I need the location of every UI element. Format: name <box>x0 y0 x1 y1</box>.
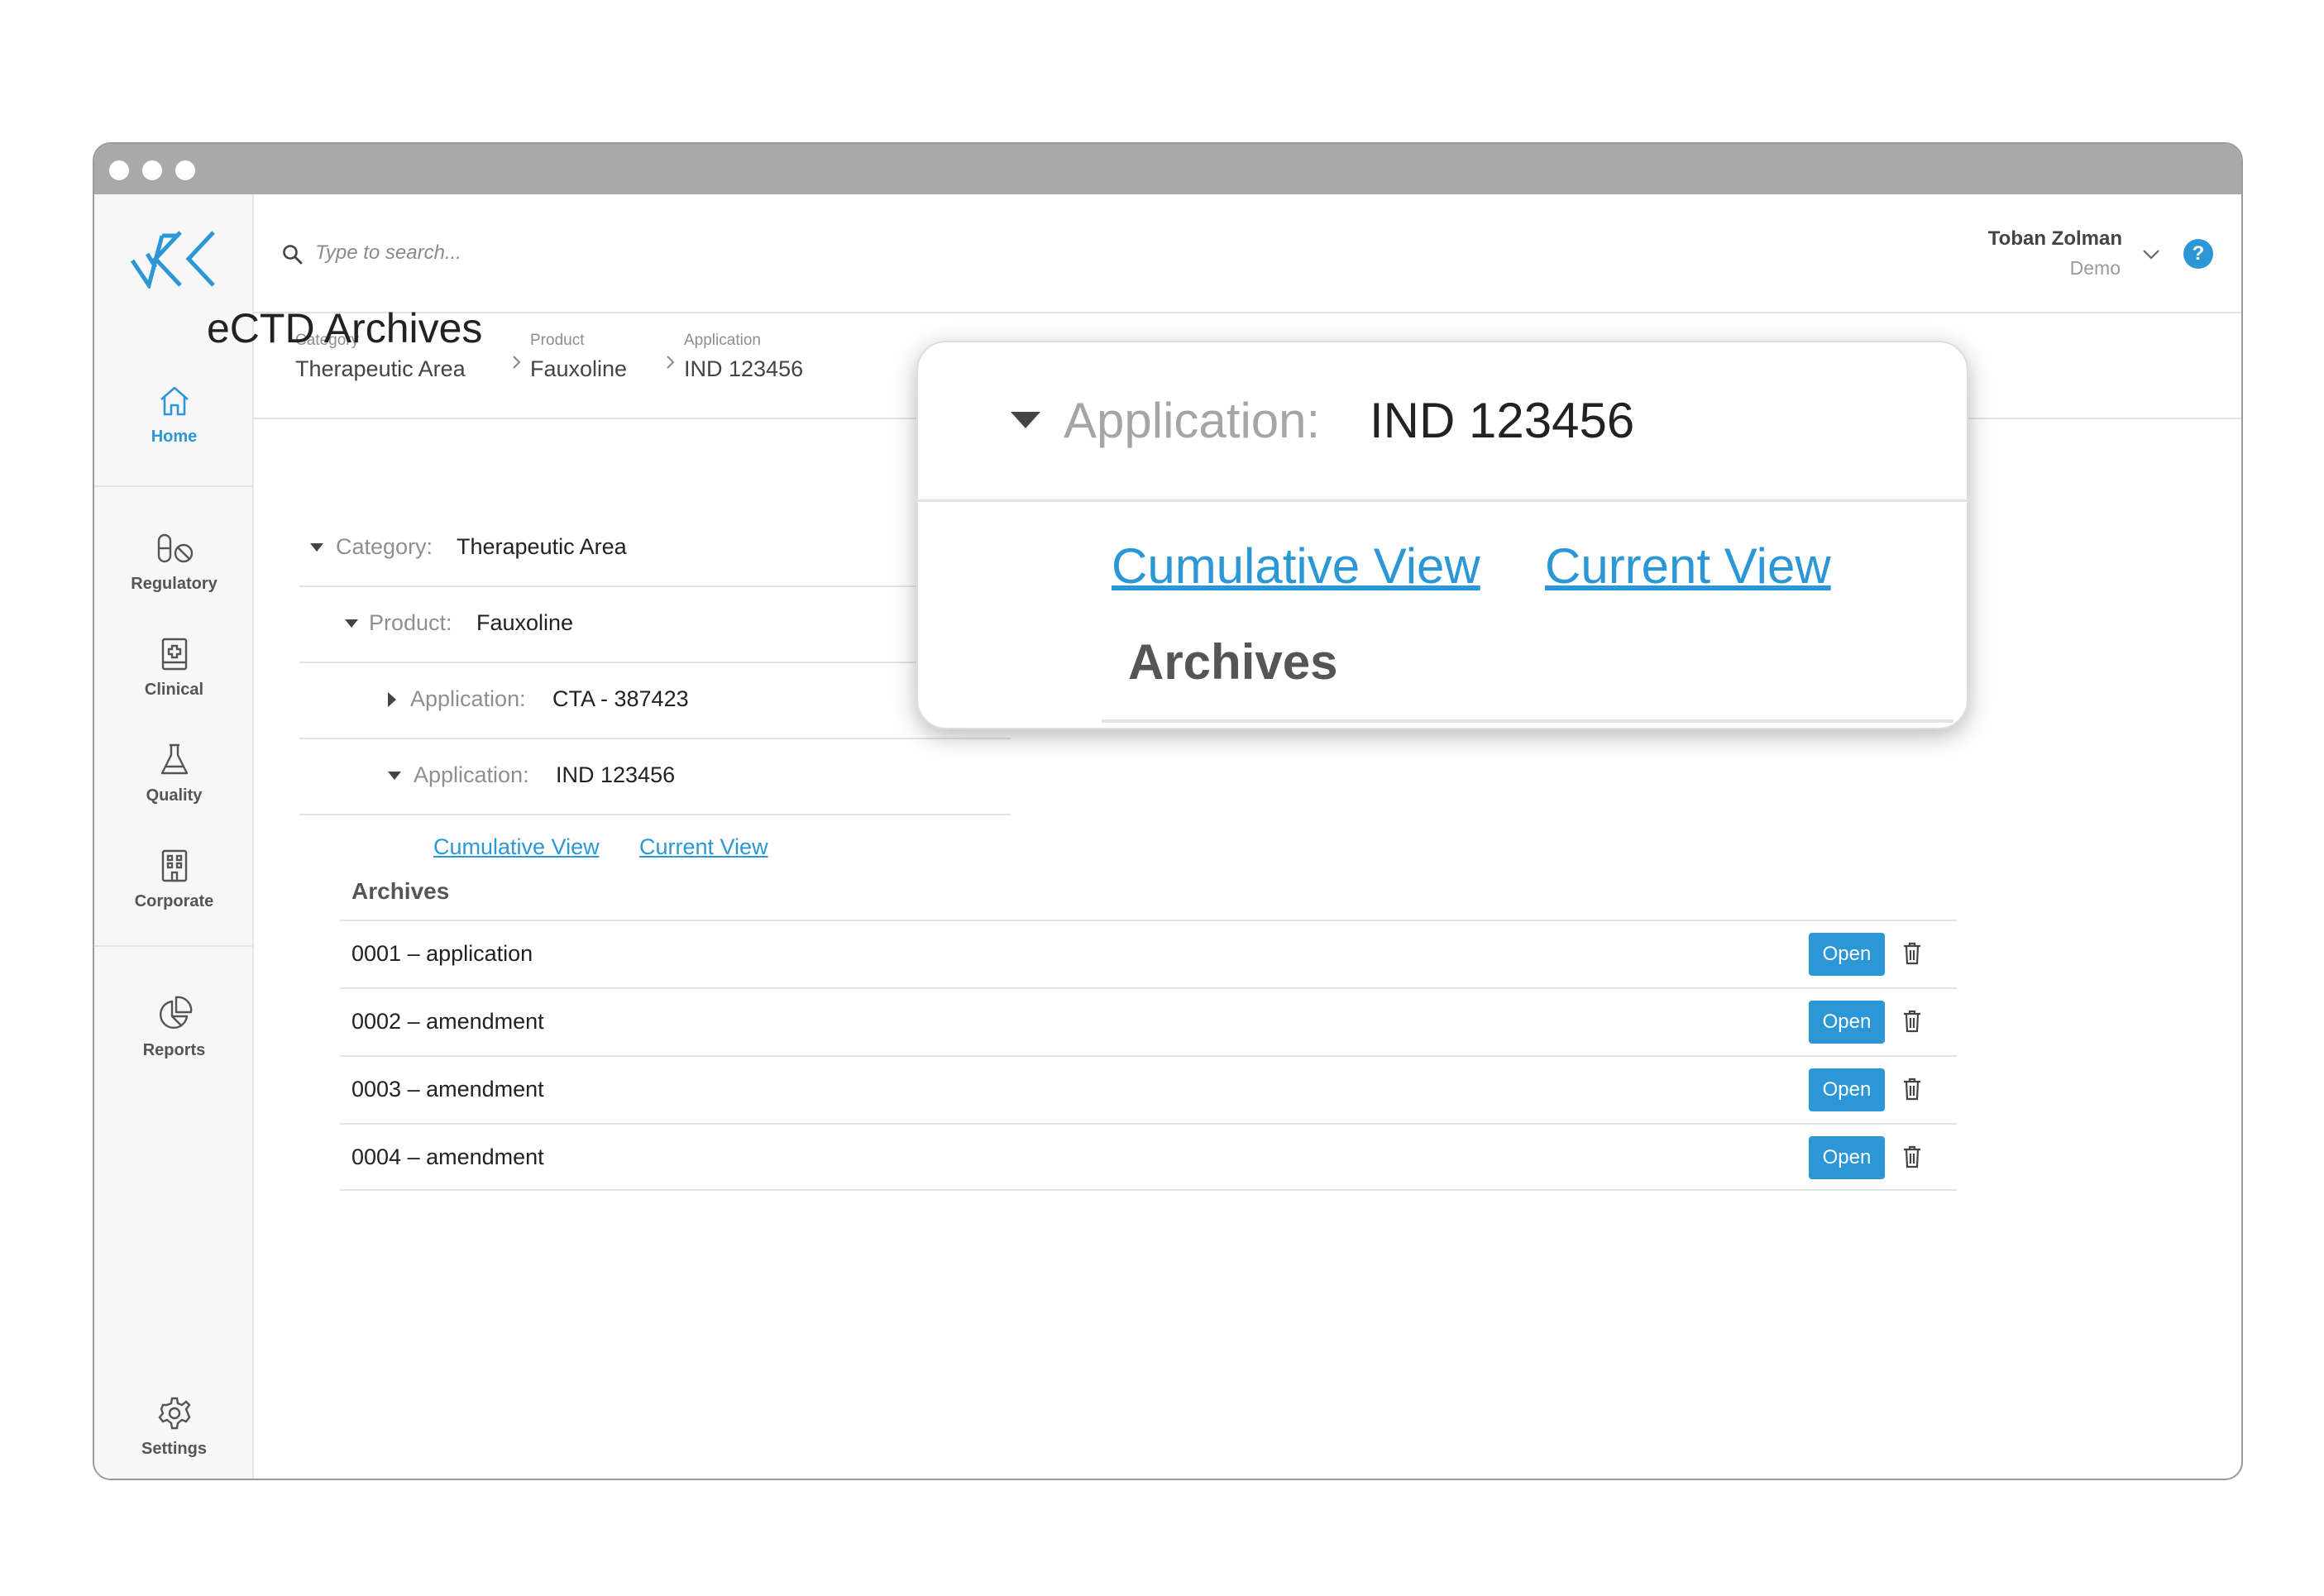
sidebar-item-regulatory[interactable]: Regulatory <box>94 530 254 594</box>
breadcrumb-application[interactable]: Application IND 123456 <box>684 332 803 382</box>
zoom-archives-heading: Archives <box>1128 634 1338 690</box>
caret-right-icon[interactable] <box>387 691 397 708</box>
sidebar-item-corporate[interactable]: Corporate <box>94 848 254 911</box>
gear-icon <box>157 1397 191 1430</box>
tree-row-application[interactable]: Application: IND 123456 <box>299 739 1011 815</box>
caret-down-icon[interactable] <box>387 771 402 781</box>
sidebar-item-reports[interactable]: Reports <box>94 995 254 1060</box>
sidebar-item-label: Regulatory <box>131 575 218 593</box>
archive-name: 0002 – amendment <box>351 1009 544 1034</box>
sidebar-item-label: Corporate <box>134 892 214 910</box>
building-icon <box>161 849 187 882</box>
table-row: 0004 – amendment Open <box>340 1123 1957 1191</box>
pie-chart-icon <box>159 996 192 1030</box>
trash-icon[interactable] <box>1901 1077 1923 1101</box>
current-view-link[interactable]: Current View <box>639 834 768 860</box>
sidebar-item-label: Quality <box>146 786 203 805</box>
caret-down-icon[interactable] <box>309 542 324 552</box>
sidebar-item-clinical[interactable]: Clinical <box>94 636 254 700</box>
sidebar: Home Regulatory Clinical Quality Corpora… <box>94 194 254 1479</box>
zoom-divider <box>918 499 1967 502</box>
zoom-application-label: Application: <box>1064 393 1321 448</box>
window-maximize-button[interactable] <box>175 160 195 180</box>
zoom-cumulative-view-link: Cumulative View <box>1112 538 1480 594</box>
sidebar-item-settings[interactable]: Settings <box>94 1395 254 1459</box>
tree-row-category[interactable]: Category: Therapeutic Area <box>299 511 1011 587</box>
table-row: 0001 – application Open <box>340 920 1957 987</box>
archive-name: 0001 – application <box>351 941 533 966</box>
breadcrumb-product[interactable]: Product Fauxoline <box>530 332 627 382</box>
open-button[interactable]: Open <box>1809 1068 1885 1111</box>
sidebar-item-label: Reports <box>142 1041 206 1059</box>
table-row: 0002 – amendment Open <box>340 987 1957 1055</box>
sidebar-item-label: Home <box>151 428 198 446</box>
cumulative-view-link[interactable]: Cumulative View <box>433 834 600 860</box>
top-bar: Toban Zolman Demo ? <box>254 194 2241 313</box>
trash-icon[interactable] <box>1901 941 1923 966</box>
trash-icon[interactable] <box>1901 1144 1923 1169</box>
trash-icon[interactable] <box>1901 1009 1923 1034</box>
flask-icon <box>160 743 188 775</box>
pills-icon <box>157 533 193 563</box>
chevron-down-icon[interactable] <box>2142 249 2160 260</box>
search-input[interactable] <box>313 234 896 272</box>
open-button[interactable]: Open <box>1809 933 1885 976</box>
chevron-right-icon <box>667 356 675 369</box>
medical-book-icon <box>161 638 187 671</box>
window-close-button[interactable] <box>109 160 129 180</box>
archive-name: 0004 – amendment <box>351 1144 544 1169</box>
help-icon[interactable]: ? <box>2183 239 2213 269</box>
title-bar <box>94 144 2241 194</box>
search-icon <box>283 245 303 265</box>
window-minimize-button[interactable] <box>142 160 162 180</box>
tree-row-application[interactable]: Application: CTA - 387423 <box>299 663 1011 739</box>
open-button[interactable]: Open <box>1809 1001 1885 1044</box>
sidebar-item-label: Clinical <box>144 681 204 699</box>
user-organization: Demo <box>2069 257 2121 279</box>
archive-name: 0003 – amendment <box>351 1077 544 1101</box>
open-button[interactable]: Open <box>1809 1136 1885 1179</box>
zoom-divider <box>1102 719 1953 723</box>
user-name[interactable]: Toban Zolman <box>1988 227 2122 251</box>
sidebar-item-label: Settings <box>141 1440 207 1458</box>
app-logo[interactable] <box>131 229 218 289</box>
zoom-application-value: IND 123456 <box>1370 393 1635 448</box>
sidebar-divider <box>94 485 254 487</box>
sidebar-divider <box>94 945 254 947</box>
chevron-right-icon <box>513 356 521 369</box>
tree-row-product[interactable]: Product: Fauxoline <box>299 587 1011 663</box>
table-row: 0003 – amendment Open <box>340 1055 1957 1123</box>
sidebar-item-quality[interactable]: Quality <box>94 742 254 805</box>
caret-down-icon[interactable] <box>344 619 359 628</box>
page-title: eCTD Archives <box>207 305 483 351</box>
archives-heading: Archives <box>351 878 450 904</box>
zoom-callout: Application: IND 123456 Cumulative View … <box>916 341 1968 729</box>
caret-down-icon <box>1011 412 1040 428</box>
zoom-current-view-link: Current View <box>1545 538 1831 594</box>
sidebar-item-home[interactable]: Home <box>94 383 254 447</box>
home-icon <box>160 386 189 416</box>
